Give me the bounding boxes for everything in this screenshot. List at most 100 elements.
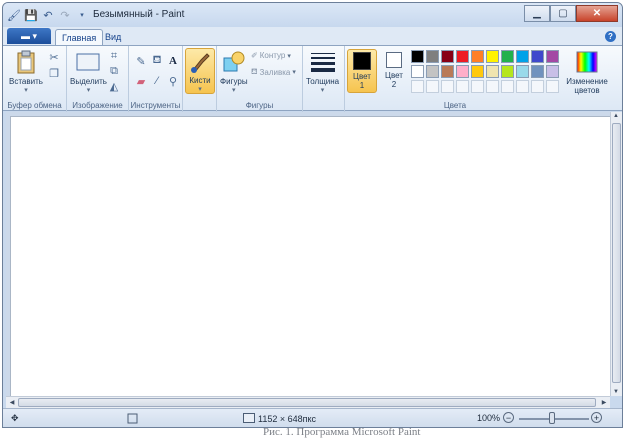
scroll-right-icon[interactable]: ▶ bbox=[599, 399, 609, 406]
selection-size-icon bbox=[127, 413, 138, 424]
crop-icon[interactable]: ⌗ bbox=[107, 49, 121, 63]
palette-swatch[interactable] bbox=[411, 65, 424, 78]
redo-icon[interactable]: ↷ bbox=[58, 8, 72, 22]
copy-icon[interactable]: ❐ bbox=[47, 66, 61, 80]
clipboard-icon bbox=[13, 49, 39, 75]
title-bar: 🖌 💾 ↶ ↷ ▾ Безымянный - Paint ▁ ▢ ✕ bbox=[3, 3, 622, 27]
scroll-down-icon[interactable]: ▼ bbox=[611, 389, 621, 395]
paint-menu-button[interactable]: ▬ ▾ bbox=[7, 28, 51, 44]
outline-button[interactable]: ✐ Контур ▾ bbox=[251, 51, 291, 60]
palette-swatch[interactable] bbox=[486, 65, 499, 78]
rotate-icon[interactable]: ◭ bbox=[107, 79, 121, 93]
resize-icon[interactable]: ⧉ bbox=[107, 64, 121, 78]
size-button[interactable]: Толщина ▾ bbox=[306, 49, 339, 94]
minimize-button[interactable]: ▁ bbox=[524, 5, 550, 22]
color1-button[interactable]: Цвет 1 bbox=[347, 49, 377, 93]
clipboard-group-label: Буфер обмена bbox=[7, 101, 62, 110]
palette-swatch[interactable] bbox=[426, 65, 439, 78]
text-tool-icon[interactable]: A bbox=[166, 54, 180, 68]
palette-custom-slot[interactable] bbox=[411, 80, 424, 93]
palette-swatch[interactable] bbox=[456, 65, 469, 78]
save-icon[interactable]: 💾 bbox=[24, 8, 38, 22]
close-button[interactable]: ✕ bbox=[576, 5, 618, 22]
horizontal-scroll-thumb[interactable] bbox=[18, 398, 596, 407]
fill-dropdown-icon: ▾ bbox=[292, 69, 296, 76]
palette-custom-slot[interactable] bbox=[516, 80, 529, 93]
select-label: Выделить bbox=[70, 77, 107, 86]
paint-app-icon[interactable]: 🖌 bbox=[7, 8, 21, 22]
eraser-icon[interactable]: ▰ bbox=[134, 74, 148, 88]
color1-label: Цвет bbox=[353, 72, 371, 81]
palette-swatch[interactable] bbox=[501, 65, 514, 78]
tools-group-label: Инструменты bbox=[130, 101, 181, 110]
canvas-dimensions: 1152 × 648пкс bbox=[258, 414, 317, 424]
tab-view[interactable]: Вид bbox=[99, 29, 127, 45]
pencil-icon[interactable]: ✎ bbox=[134, 54, 148, 68]
undo-icon[interactable]: ↶ bbox=[41, 8, 55, 22]
status-bar: ✥ 1152 × 648пкс 100% − + bbox=[3, 408, 622, 427]
vertical-scrollbar[interactable]: ▲ ▼ bbox=[610, 112, 622, 396]
brushes-button[interactable]: Кисти ▾ bbox=[185, 48, 215, 94]
palette-custom-slot[interactable] bbox=[486, 80, 499, 93]
figure-caption: Рис. 1. Программа Microsoft Paint bbox=[263, 426, 421, 438]
palette-swatch[interactable] bbox=[456, 50, 469, 63]
palette-custom-slot[interactable] bbox=[456, 80, 469, 93]
shapes-group-label: Фигуры bbox=[245, 101, 274, 110]
palette-swatch[interactable] bbox=[546, 65, 559, 78]
paste-dropdown-icon: ▾ bbox=[24, 87, 28, 94]
fill-label: Заливка bbox=[259, 67, 291, 77]
shapes-button[interactable]: Фигуры ▾ bbox=[220, 49, 248, 94]
help-icon[interactable]: ? bbox=[605, 31, 616, 42]
brushes-group: Кисти ▾ bbox=[183, 46, 217, 112]
palette-custom-slot[interactable] bbox=[471, 80, 484, 93]
palette-custom-slot[interactable] bbox=[441, 80, 454, 93]
fill-button[interactable]: ⛾ Заливка ▾ bbox=[251, 67, 296, 77]
palette-swatch[interactable] bbox=[501, 50, 514, 63]
line-width-icon bbox=[310, 49, 336, 75]
image-group: Выделить ▾ ⌗ ⧉ ◭ Изображение bbox=[67, 46, 129, 112]
maximize-button[interactable]: ▢ bbox=[550, 5, 576, 22]
palette-swatch[interactable] bbox=[471, 50, 484, 63]
zoom-slider-thumb[interactable] bbox=[549, 412, 555, 424]
customize-toolbar-icon[interactable]: ▾ bbox=[75, 8, 89, 22]
palette-swatch[interactable] bbox=[531, 50, 544, 63]
palette-swatch[interactable] bbox=[531, 65, 544, 78]
horizontal-scrollbar[interactable]: ◀ ▶ bbox=[6, 396, 610, 408]
color2-button[interactable]: Цвет 2 bbox=[379, 49, 409, 93]
scroll-up-icon[interactable]: ▲ bbox=[611, 113, 621, 119]
canvas-size-icon bbox=[243, 413, 255, 425]
palette-swatch[interactable] bbox=[516, 50, 529, 63]
palette-swatch[interactable] bbox=[426, 50, 439, 63]
palette-custom-slot[interactable] bbox=[501, 80, 514, 93]
cut-icon[interactable]: ✂ bbox=[47, 50, 61, 64]
color-spectrum-icon bbox=[574, 49, 600, 75]
zoom-out-icon[interactable]: − bbox=[503, 412, 514, 423]
palette-swatch[interactable] bbox=[486, 50, 499, 63]
palette-custom-slot[interactable] bbox=[426, 80, 439, 93]
palette-swatch[interactable] bbox=[546, 50, 559, 63]
brushes-label: Кисти bbox=[189, 76, 211, 85]
palette-swatch[interactable] bbox=[441, 50, 454, 63]
drawing-canvas[interactable] bbox=[10, 116, 610, 396]
scroll-left-icon[interactable]: ◀ bbox=[7, 399, 17, 406]
zoom-in-icon[interactable]: + bbox=[591, 412, 602, 423]
select-button[interactable]: Выделить ▾ bbox=[70, 49, 107, 94]
palette-custom-slot[interactable] bbox=[531, 80, 544, 93]
shapes-icon bbox=[221, 49, 247, 75]
brushes-dropdown-icon: ▾ bbox=[198, 86, 202, 93]
vertical-scroll-thumb[interactable] bbox=[612, 123, 621, 383]
palette-swatch[interactable] bbox=[441, 65, 454, 78]
paste-button[interactable]: Вставить ▾ bbox=[9, 49, 43, 94]
paint-window: 🖌 💾 ↶ ↷ ▾ Безымянный - Paint ▁ ▢ ✕ ▬ ▾ Г… bbox=[2, 2, 623, 428]
color-picker-icon[interactable]: ⁄ bbox=[150, 74, 164, 88]
canvas-workspace bbox=[6, 112, 610, 396]
window-controls: ▁ ▢ ✕ bbox=[524, 5, 618, 22]
magnifier-icon[interactable]: ⚲ bbox=[166, 74, 180, 88]
edit-colors-button[interactable]: Изменение цветов bbox=[565, 49, 609, 95]
tab-home[interactable]: Главная bbox=[55, 29, 104, 45]
palette-swatch[interactable] bbox=[411, 50, 424, 63]
palette-custom-slot[interactable] bbox=[546, 80, 559, 93]
palette-swatch[interactable] bbox=[516, 65, 529, 78]
fill-bucket-icon[interactable]: ⛾ bbox=[150, 54, 164, 68]
palette-swatch[interactable] bbox=[471, 65, 484, 78]
